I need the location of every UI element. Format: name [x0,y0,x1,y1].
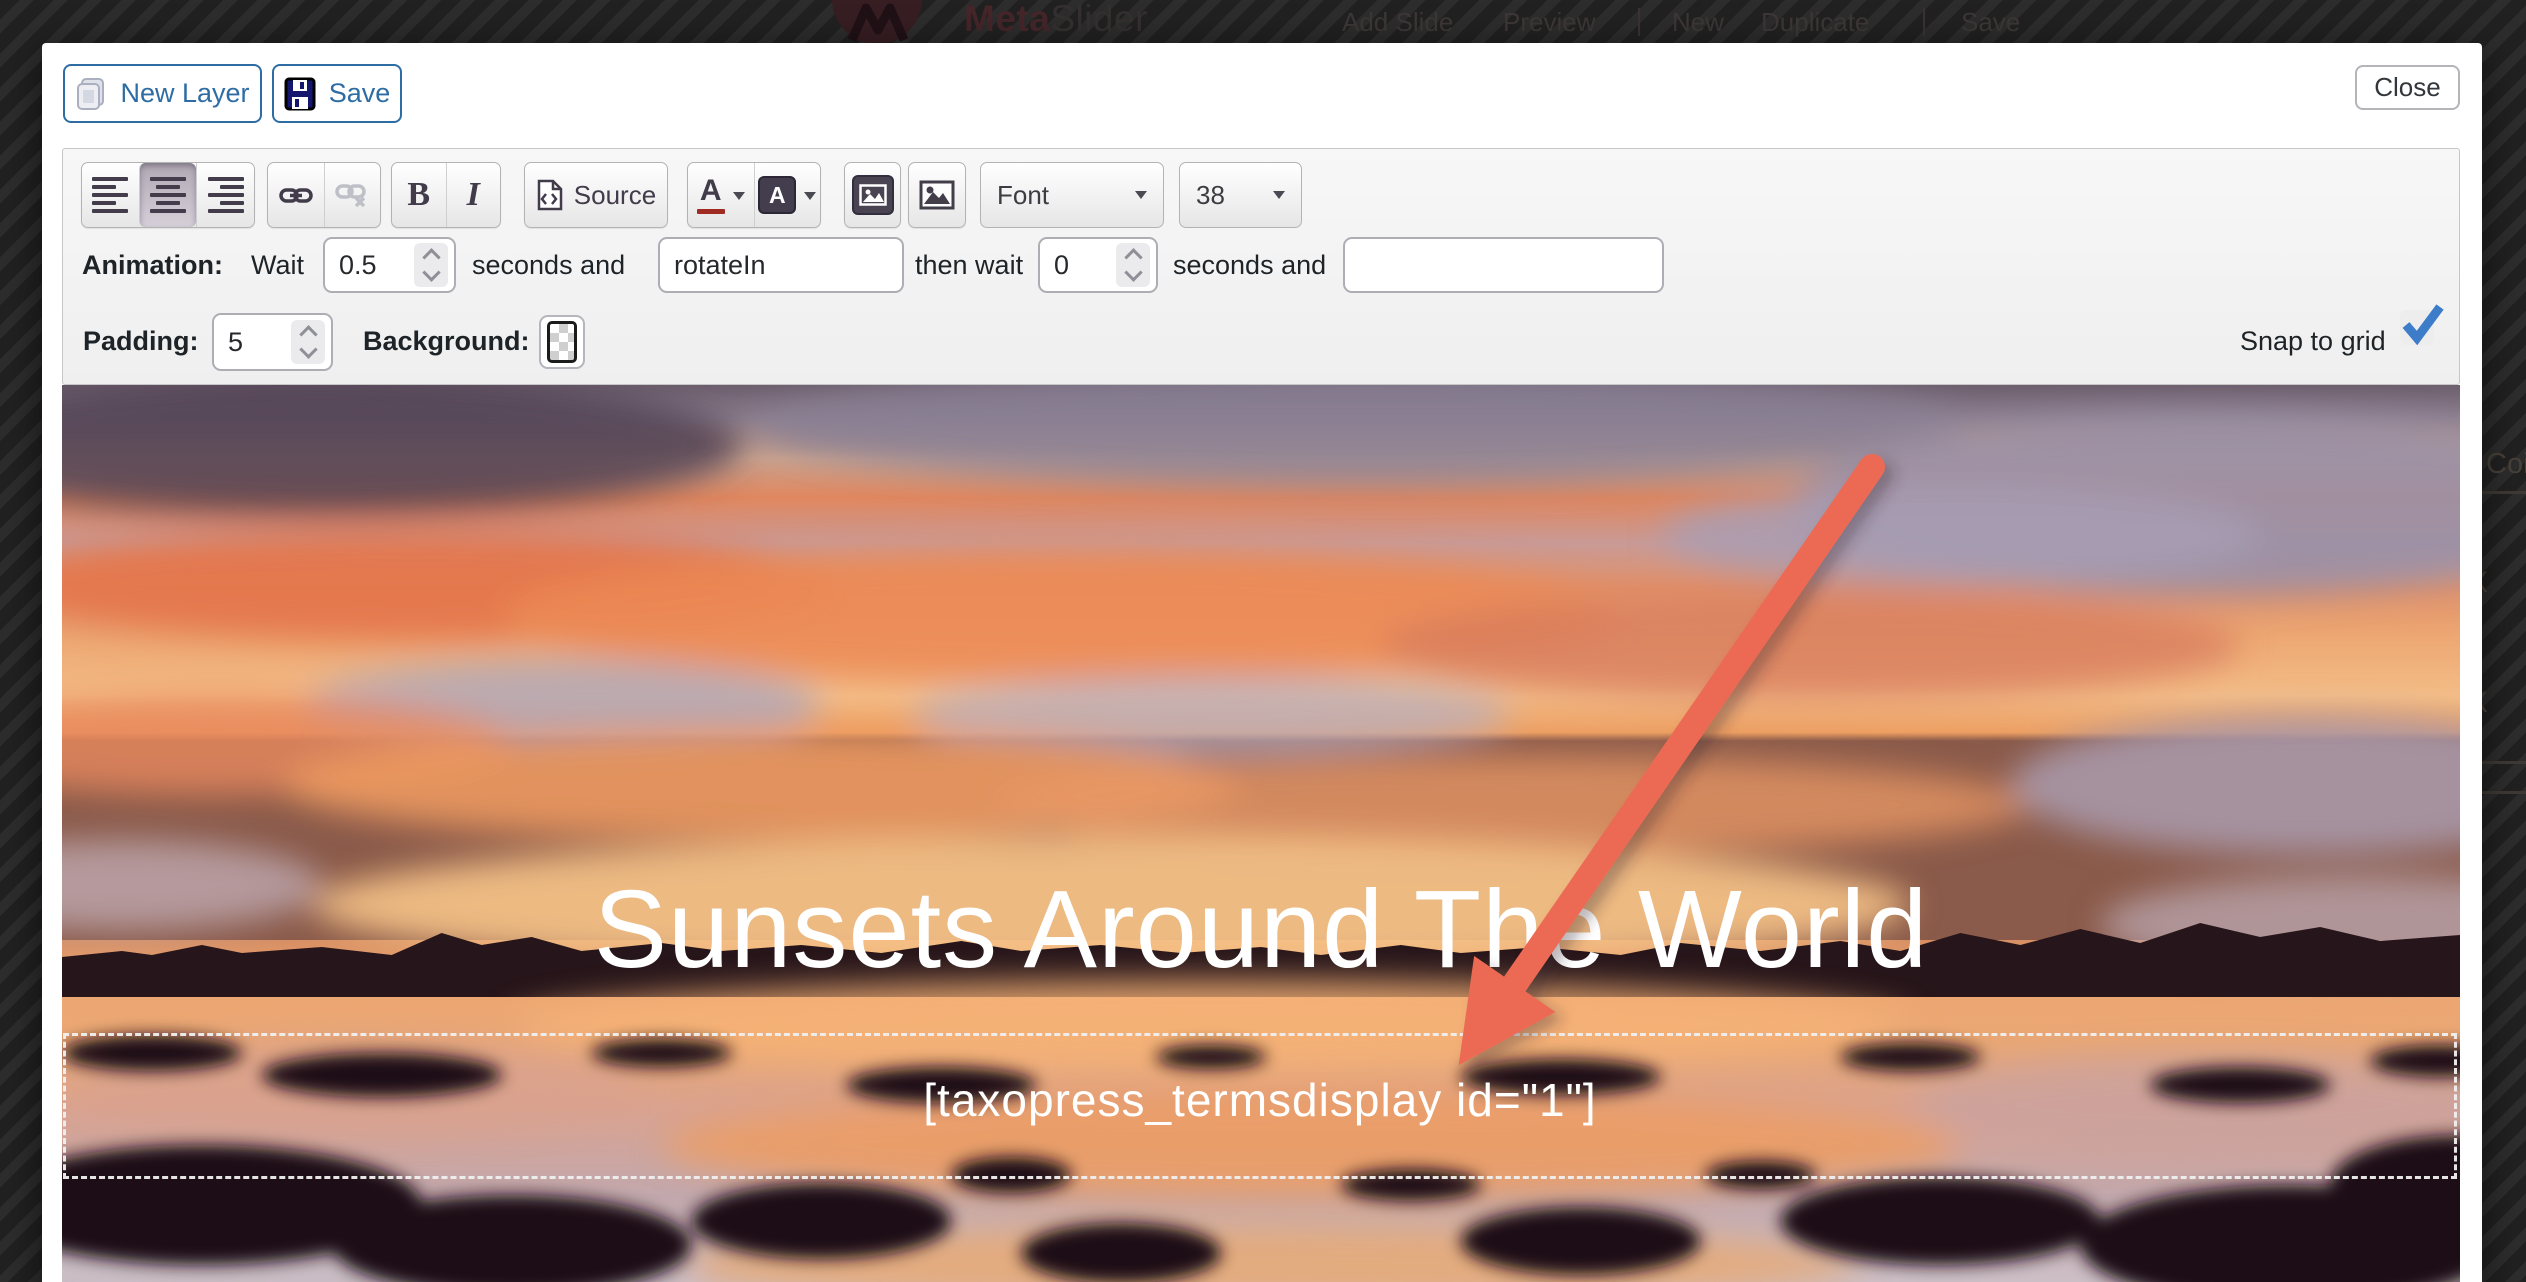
save-icon [284,77,316,111]
admin-preview: Preview [1503,7,1595,37]
seconds-and-label: seconds and [472,237,625,293]
save-label: Save [329,78,391,109]
transparency-checker-icon [547,321,577,363]
layer-editor-modal: New Layer Save Close [42,43,2482,1282]
save-layers-button[interactable]: Save [272,64,402,123]
chevron-down-icon [804,192,816,206]
close-button[interactable]: Close [2355,65,2460,110]
align-right-button[interactable] [196,163,254,227]
slide-preview[interactable]: Sunsets Around The World [taxopress_term… [62,385,2460,1282]
background-color-swatch[interactable] [539,315,585,369]
wait-seconds-stepper[interactable] [414,243,448,287]
wait-label: Wait [251,237,304,293]
font-size-value: 38 [1196,180,1225,211]
effect-input[interactable] [660,250,902,281]
admin-separator [1638,8,1640,36]
unlink-button[interactable] [324,163,381,227]
screen: MetaSlider Add Slide Preview New Duplica… [0,0,2526,1282]
unlink-icon [335,182,369,208]
italic-button[interactable]: I [446,163,501,227]
background-label: Background: [363,313,530,369]
chevron-down-icon [733,192,745,206]
source-label: Source [574,180,656,211]
then-seconds-stepper[interactable] [1116,243,1150,287]
admin-add-slide: Add Slide [1342,7,1453,37]
source-icon [536,179,564,211]
then-wait-label: then wait [915,237,1023,293]
italic-label: I [467,176,480,214]
admin-separator [1923,8,1925,36]
admin-save: Save [1961,7,2020,37]
image-light-icon [919,180,955,210]
background-line [2482,491,2526,494]
new-layer-label: New Layer [120,78,249,109]
insert-image-button[interactable] [845,163,900,227]
snap-to-grid-label: Snap to grid [2240,313,2386,369]
wait-seconds-input-wrap [323,237,456,293]
brand-meta: Meta [964,0,1050,39]
padding-input-wrap [212,313,333,371]
align-button-group [81,162,255,228]
chevron-down-icon [1135,191,1147,205]
shortcode-text: [taxopress_termsdisplay id="1"] [923,1073,1596,1127]
padding-label: Padding: [83,313,199,369]
background-color-icon: A [758,176,796,214]
font-family-select[interactable]: Font [980,162,1164,228]
background-color-button[interactable]: A [754,163,821,227]
link-button-group [267,162,381,228]
slide-title-layer[interactable]: Sunsets Around The World [62,869,2460,990]
bold-label: B [407,176,430,214]
text-color-icon: A [697,176,725,214]
source-button-wrap: Source [524,162,668,228]
second-effect-input[interactable] [1345,250,1662,281]
text-color-button[interactable]: A [688,163,754,227]
align-left-button[interactable] [82,163,139,227]
check-icon [2395,298,2447,350]
font-size-select[interactable]: 38 [1179,162,1302,228]
background-line [2482,761,2526,764]
align-left-icon [92,177,128,213]
admin-duplicate: Duplicate [1761,7,1869,37]
align-right-icon [208,177,244,213]
seconds-and-label-2: seconds and [1173,237,1326,293]
selected-layer-box[interactable]: [taxopress_termsdisplay id="1"] [63,1033,2457,1179]
text-style-group: B I [391,162,501,228]
align-center-button[interactable] [139,163,197,227]
align-center-icon [150,177,186,213]
source-button[interactable]: Source [525,163,667,227]
font-family-value: Font [997,180,1049,211]
admin-new: New [1672,7,1724,37]
background-line [2482,791,2526,794]
brand-slider: Slider [1050,0,1148,39]
background-text-fragment: Coi [2486,448,2526,481]
image-button-dark-wrap [844,162,901,228]
padding-stepper[interactable] [291,320,325,364]
bold-button[interactable]: B [392,163,446,227]
link-icon [279,183,313,207]
image-dark-icon [852,175,894,215]
new-layer-button[interactable]: New Layer [63,64,262,123]
image-properties-button[interactable] [909,163,965,227]
effect-input-wrap [658,237,904,293]
new-layer-icon [75,77,107,111]
second-effect-input-wrap [1343,237,1664,293]
then-seconds-input-wrap [1038,237,1158,293]
close-label: Close [2374,72,2440,103]
metaslider-brand: MetaSlider [964,0,1148,40]
chevron-down-icon [1273,191,1285,205]
animation-label: Animation: [82,237,223,293]
snap-to-grid-checkbox[interactable] [2400,310,2434,345]
link-button[interactable] [268,163,324,227]
metaslider-logo-icon [830,0,924,46]
image-button-light-wrap [908,162,966,228]
color-button-group: A A [687,162,821,228]
